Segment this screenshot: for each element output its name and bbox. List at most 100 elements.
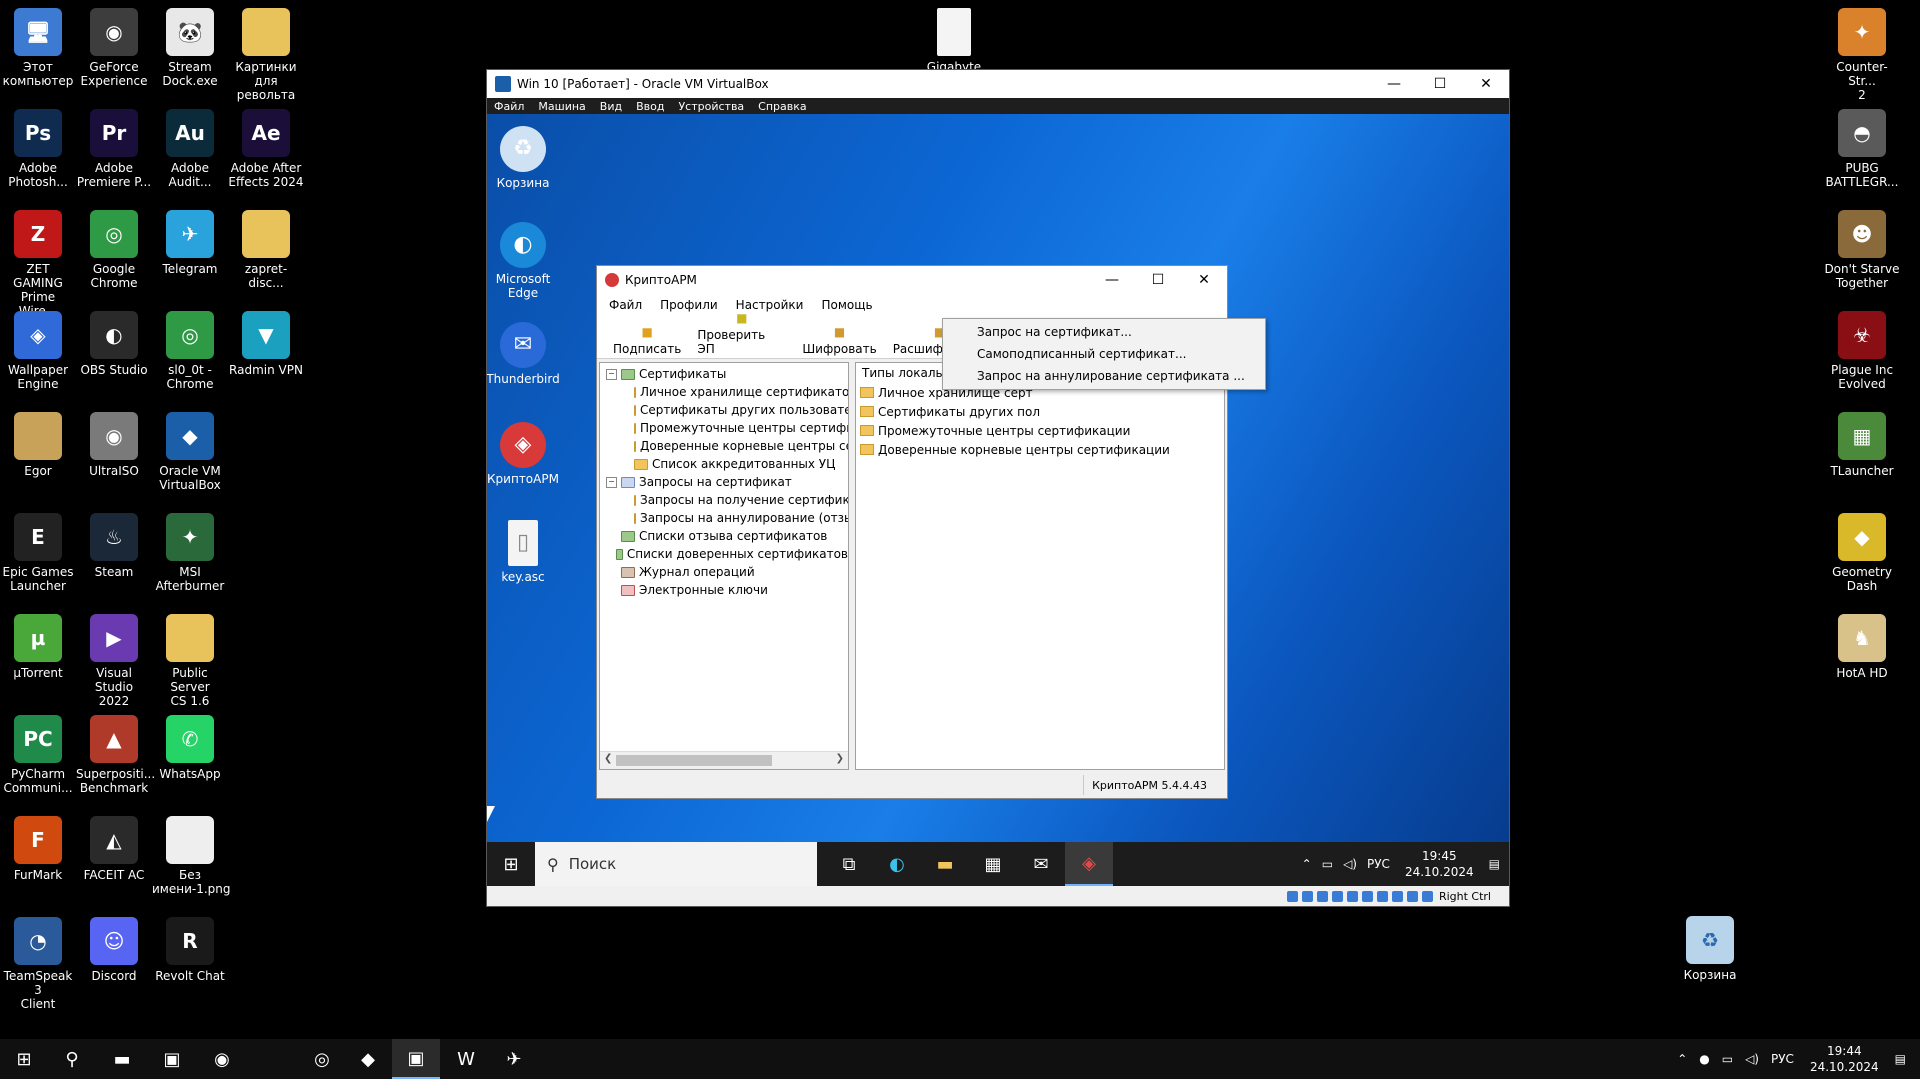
tree-item[interactable]: Личное хранилище сертификато (600, 383, 848, 401)
desktop-icon[interactable]: 🖥 Этот компьютер (0, 8, 76, 88)
desktop-icon[interactable]: ▦ TLauncher (1824, 412, 1900, 478)
vbox-menu-item[interactable]: Устройства (678, 100, 744, 113)
show-hidden-icons-icon[interactable]: ⌃ (1302, 857, 1312, 871)
desktop-icon[interactable]: ▼ Radmin VPN (228, 311, 304, 377)
tree-item[interactable]: Электронные ключи (600, 581, 848, 599)
dropdown-menu-item[interactable]: Самоподписанный сертификат... (943, 343, 1265, 365)
desktop-recycle-bin[interactable]: ♻ Корзина (1672, 916, 1748, 982)
cryptoarm-close-button[interactable]: ✕ (1181, 266, 1227, 294)
guest-clock[interactable]: 19:45 24.10.2024 (1405, 848, 1474, 880)
virtualbox-button[interactable]: ▣ (392, 1039, 440, 1079)
file-explorer-button[interactable]: ▬ (98, 1039, 146, 1079)
tree-expander-icon[interactable]: − (606, 476, 617, 488)
cryptoarm-menu-item[interactable]: Файл (609, 298, 642, 312)
mail-taskbar-button[interactable]: ✉ (1017, 842, 1065, 886)
desktop-icon[interactable]: Au Adobe Audit... (152, 109, 228, 189)
desktop-icon[interactable]: 🐼 Stream Dock.exe (152, 8, 228, 88)
dropdown-menu-item[interactable]: Запрос на сертификат... (943, 321, 1265, 343)
guest-desktop-icon[interactable]: ♻ Корзина (487, 126, 561, 190)
app-button[interactable]: ◉ (198, 1039, 246, 1079)
store-taskbar-button[interactable]: ▦ (969, 842, 1017, 886)
desktop-icon[interactable]: ◉ GeForce Experience (76, 8, 152, 88)
mouse-integration-icon[interactable] (1421, 890, 1433, 902)
desktop-icon[interactable]: ◐ OBS Studio (76, 311, 152, 377)
desktop-icon[interactable]: ✈ Telegram (152, 210, 228, 276)
desktop-icon[interactable]: ✦ Counter-Str... 2 (1824, 8, 1900, 102)
desktop-icon[interactable]: F FurMark (0, 816, 76, 882)
desktop-icon[interactable]: µ µTorrent (0, 614, 76, 680)
desktop-icon[interactable]: R Revolt Chat (152, 917, 228, 983)
recording-icon[interactable] (1391, 890, 1403, 902)
tree-item[interactable]: Запросы на аннулирование (отзь (600, 509, 848, 527)
desktop-icon[interactable]: ◓ PUBG BATTLEGR... (1824, 109, 1900, 189)
task-view-button[interactable]: ⧉ (825, 842, 873, 886)
vbox-menu-item[interactable]: Машина (538, 100, 585, 113)
hdd-icon[interactable] (1286, 890, 1298, 902)
tree-horizontal-scrollbar[interactable]: ❮ ❯ (600, 751, 848, 769)
tree-item[interactable]: Журнал операций (600, 563, 848, 581)
desktop-icon[interactable]: Ae Adobe After Effects 2024 (228, 109, 304, 189)
desktop-icon[interactable]: ✦ MSI Afterburner (152, 513, 228, 593)
display-icon[interactable] (1376, 890, 1388, 902)
toolbar-button[interactable]: ■ Шифровать (800, 324, 878, 358)
desktop-icon[interactable]: ◆ Oracle VM VirtualBox (152, 412, 228, 492)
cpu-icon[interactable] (1406, 890, 1418, 902)
cryptoarm-minimize-button[interactable]: — (1089, 266, 1135, 294)
cryptoarm-maximize-button[interactable]: ☐ (1135, 266, 1181, 294)
cube-app-button[interactable]: ◆ (344, 1039, 392, 1079)
optical-icon[interactable] (1301, 890, 1313, 902)
word-button[interactable]: W (442, 1039, 490, 1079)
network-icon[interactable]: ▭ (1322, 857, 1333, 871)
desktop-icon[interactable]: Без имени-1.png (152, 816, 231, 896)
tree-item[interactable]: Сертификаты других пользовате/ (600, 401, 848, 419)
cryptoarm-taskbar-button[interactable]: ◈ (1065, 842, 1113, 886)
cryptoarm-menu-item[interactable]: Помощь (821, 298, 872, 312)
chrome-button[interactable]: ◎ (298, 1039, 346, 1079)
vbox-menu-item[interactable]: Справка (758, 100, 806, 113)
desktop-icon[interactable]: ☻ Don't Starve Together (1824, 210, 1900, 290)
notifications-icon[interactable]: ▤ (1489, 857, 1500, 871)
guest-start-button[interactable]: ⊞ (487, 842, 535, 886)
desktop-icon[interactable]: Ps Adobe Photosh... (0, 109, 76, 189)
tree-item[interactable]: − Запросы на сертификат (600, 473, 848, 491)
tree-item[interactable]: Доверенные корневые центры се (600, 437, 848, 455)
scroll-left-icon[interactable]: ❮ (604, 753, 612, 764)
maximize-button[interactable]: ☐ (1417, 70, 1463, 98)
list-item[interactable]: Сертификаты других пол (856, 402, 1224, 421)
desktop-icon[interactable]: ◎ sl0_0t - Chrome (152, 311, 228, 391)
desktop-icon[interactable]: E Epic Games Launcher (0, 513, 76, 593)
search-button[interactable]: ⚲ (48, 1039, 96, 1079)
screen-app-button[interactable]: ▣ (148, 1039, 196, 1079)
desktop-icon[interactable]: ◈ Wallpaper Engine (0, 311, 76, 391)
list-item[interactable]: Промежуточные центры сертификации (856, 421, 1224, 440)
desktop-icon[interactable]: Public Server CS 1.6 (152, 614, 228, 708)
scroll-right-icon[interactable]: ❯ (836, 753, 844, 764)
vbox-menu-item[interactable]: Вид (600, 100, 622, 113)
desktop-icon[interactable]: ◭ FACEIT AC (76, 816, 152, 882)
tree-expander-icon[interactable]: − (606, 368, 617, 380)
network-icon[interactable]: ▭ (1722, 1052, 1733, 1066)
desktop-icon[interactable]: Картинки для револьта (228, 8, 304, 102)
desktop-icon[interactable]: ◎ Google Chrome (76, 210, 152, 290)
tree-item[interactable]: Запросы на получение сертифик (600, 491, 848, 509)
show-hidden-icons-icon[interactable]: ⌃ (1677, 1052, 1687, 1066)
audio-icon[interactable] (1316, 890, 1328, 902)
volume-icon[interactable]: ◁) (1745, 1052, 1759, 1066)
desktop-icon[interactable]: ◉ UltraISO (76, 412, 152, 478)
minimize-button[interactable]: — (1371, 70, 1417, 98)
desktop-icon[interactable]: Egor (0, 412, 76, 478)
cryptoarm-titlebar[interactable]: КриптоАРМ — ☐ ✕ (597, 266, 1227, 294)
desktop-icon[interactable]: Pr Adobe Premiere P... (76, 109, 152, 189)
microphone-icon[interactable]: ● (1699, 1052, 1709, 1066)
usb-icon[interactable] (1346, 890, 1358, 902)
list-item[interactable]: Доверенные корневые центры сертификации (856, 440, 1224, 459)
guest-desktop-icon[interactable]: ✉ Thunderbird (487, 322, 561, 386)
desktop-icon[interactable]: PC PyCharm Communi... (0, 715, 76, 795)
virtualbox-titlebar[interactable]: Win 10 [Работает] - Oracle VM VirtualBox… (487, 70, 1509, 98)
close-button[interactable]: ✕ (1463, 70, 1509, 98)
guest-search-box[interactable]: ⚲ Поиск (535, 842, 817, 886)
network-icon[interactable] (1331, 890, 1343, 902)
guest-desktop-icon[interactable]: ◐ Microsoft Edge (487, 222, 561, 300)
toolbar-button[interactable]: ■ Подписать (611, 324, 683, 358)
desktop-icon[interactable]: ♞ HotA HD (1824, 614, 1900, 680)
